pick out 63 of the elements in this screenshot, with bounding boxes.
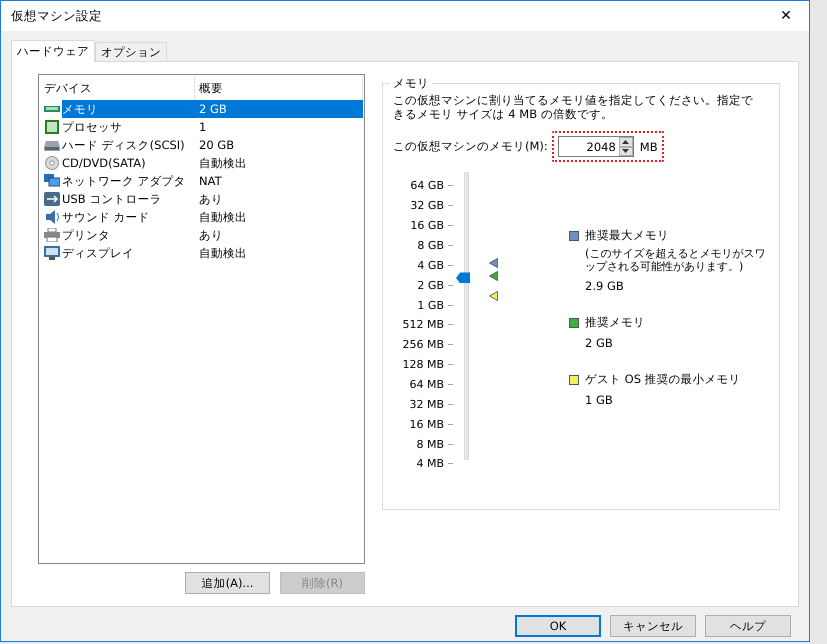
window-title: 仮想マシン設定 bbox=[11, 8, 102, 24]
device-name[interactable]: プリンタ bbox=[62, 226, 195, 244]
legend-label: 推奨最大メモリ bbox=[585, 228, 669, 243]
device-summary[interactable]: 自動検出 bbox=[195, 244, 363, 262]
tick-label: 64 GB bbox=[410, 179, 444, 192]
device-summary[interactable]: あり bbox=[195, 190, 363, 208]
help-button[interactable]: ヘルプ bbox=[705, 615, 791, 637]
device-name[interactable]: ハード ディスク(SCSI) bbox=[62, 136, 195, 154]
tick-label: 16 GB bbox=[410, 219, 444, 232]
group-title: メモリ bbox=[392, 76, 430, 91]
ok-button[interactable]: OK bbox=[515, 615, 601, 637]
legend-value: 2.9 GB bbox=[585, 279, 625, 293]
device-name[interactable]: プロセッサ bbox=[62, 118, 195, 136]
disc-icon bbox=[44, 156, 60, 170]
device-summary[interactable]: NAT bbox=[195, 172, 363, 190]
device-name[interactable]: ディスプレイ bbox=[62, 244, 195, 262]
field-label: この仮想マシンのメモリ(M): bbox=[393, 139, 548, 154]
device-name[interactable]: USB コントローラ bbox=[62, 190, 195, 208]
tick-label: 2 GB bbox=[417, 278, 444, 292]
unit-label: MB bbox=[640, 140, 658, 154]
tick-label: 16 MB bbox=[409, 418, 444, 431]
legend-value: 2 GB bbox=[585, 336, 614, 350]
memory-spinbox[interactable]: 2048 bbox=[558, 136, 634, 157]
description-text: この仮想マシンに割り当てるメモリ値を指定してください。指定できるメモリ サイズは 4 MB の倍数です。 bbox=[393, 93, 754, 121]
device-name[interactable]: サウンド カード bbox=[62, 208, 195, 226]
down-arrow-icon bbox=[622, 149, 630, 154]
device-summary[interactable]: 自動検出 bbox=[195, 208, 363, 226]
device-name[interactable]: メモリ bbox=[62, 100, 195, 118]
tick-label: 128 MB bbox=[402, 358, 444, 372]
device-name[interactable]: ネットワーク アダプタ bbox=[62, 172, 195, 190]
processor-icon bbox=[44, 120, 60, 134]
close-button[interactable]: ✕ bbox=[763, 1, 809, 31]
device-summary[interactable]: 1 bbox=[195, 118, 363, 136]
device-summary[interactable]: 20 GB bbox=[195, 136, 363, 154]
tab[interactable]: オプション bbox=[95, 42, 167, 61]
legend-value: 1 GB bbox=[585, 393, 614, 407]
tab[interactable]: ハードウェア bbox=[11, 40, 95, 62]
tick-label: 1 GB bbox=[417, 298, 444, 312]
tick-label: 8 MB bbox=[416, 438, 444, 451]
tick-label: 32 MB bbox=[409, 398, 444, 411]
legend-note: (このサイズを超えるとメモリがスワップされる可能性があります。) bbox=[585, 247, 766, 273]
tick-label: 8 GB bbox=[417, 239, 444, 252]
tick-label: 256 MB bbox=[402, 338, 444, 352]
device-name[interactable]: CD/DVD(SATA) bbox=[62, 154, 195, 172]
device-summary[interactable]: 自動検出 bbox=[195, 154, 363, 172]
cancel-button[interactable]: キャンセル bbox=[610, 615, 696, 637]
network-icon bbox=[44, 174, 60, 188]
spin-up-button[interactable] bbox=[618, 137, 633, 146]
tick-label: 512 MB bbox=[402, 318, 444, 332]
tick-label: 4 GB bbox=[417, 258, 444, 272]
tick-label: 64 MB bbox=[409, 378, 444, 392]
legend-label: ゲスト OS 推奨の最小メモリ bbox=[585, 372, 741, 387]
add-button[interactable]: 追加(A)... bbox=[185, 572, 270, 594]
speaker-icon bbox=[44, 210, 60, 224]
tick-label: 32 GB bbox=[410, 199, 444, 212]
device-summary[interactable]: あり bbox=[195, 226, 363, 244]
tick-label: 4 MB bbox=[416, 457, 444, 470]
slider-thumb[interactable] bbox=[456, 272, 470, 284]
up-arrow-icon bbox=[622, 140, 630, 144]
device-summary[interactable]: 2 GB bbox=[195, 100, 363, 118]
printer-icon bbox=[44, 228, 60, 242]
monitor-icon bbox=[44, 246, 60, 260]
legend-label: 推奨メモリ bbox=[585, 315, 645, 330]
